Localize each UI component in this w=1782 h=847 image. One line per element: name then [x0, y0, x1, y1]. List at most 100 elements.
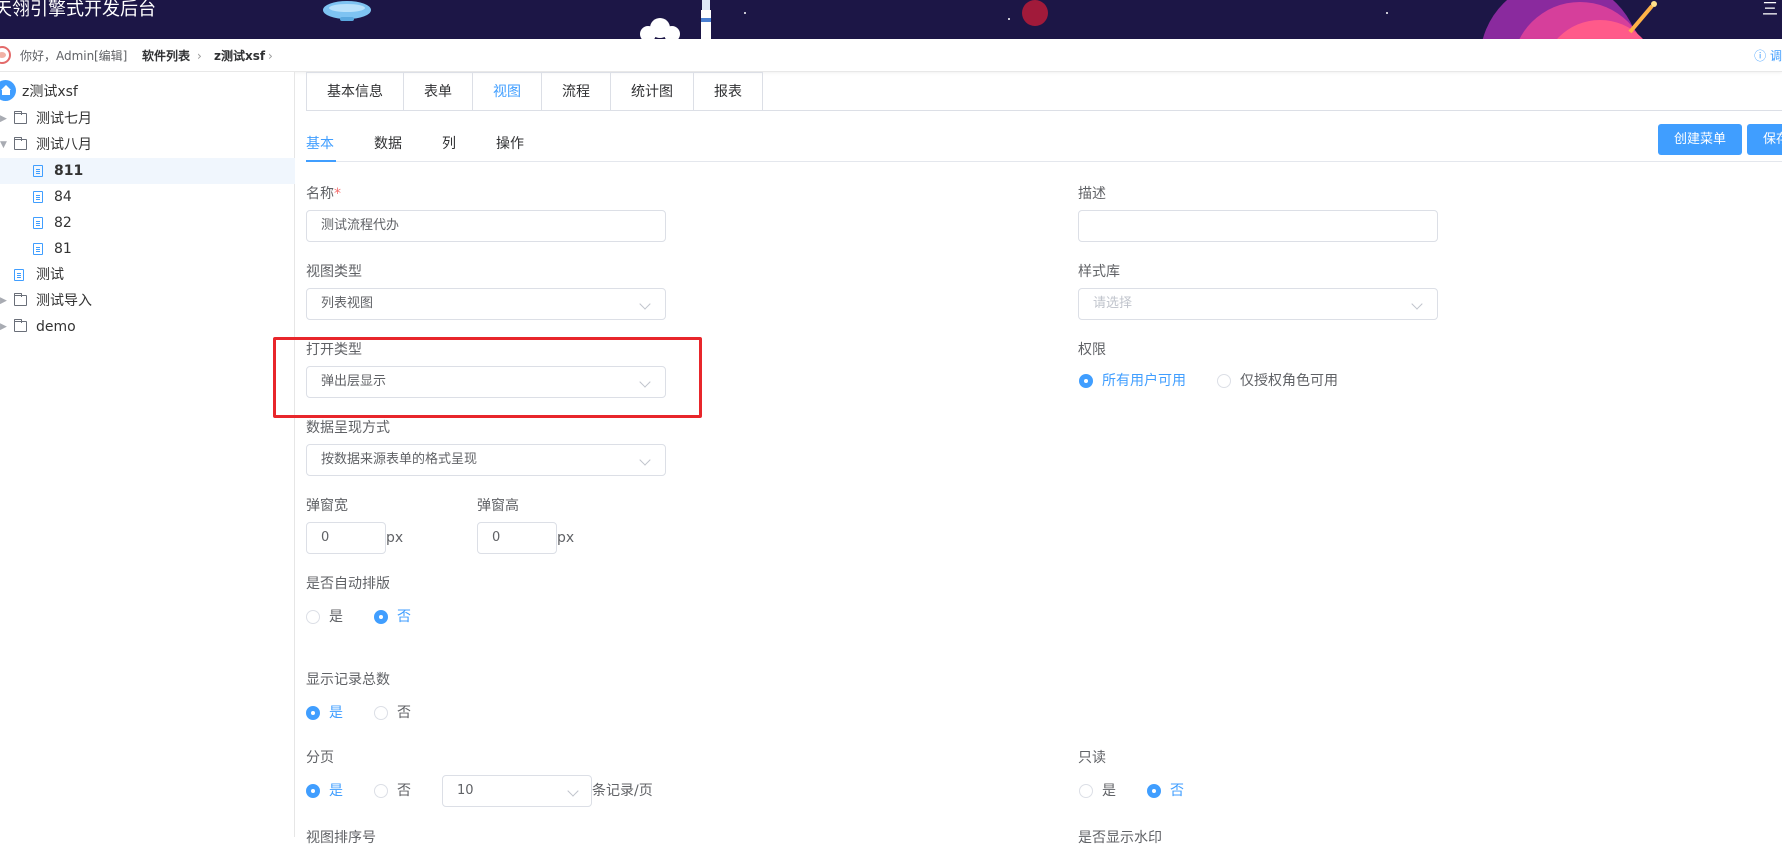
subtab-data[interactable]: 数据 [374, 130, 402, 168]
show-total-label: 显示记录总数 [306, 672, 390, 688]
show-total-no-label[interactable]: 否 [397, 704, 411, 722]
tree-item-folder[interactable]: ▶ 测试七月 [0, 106, 295, 132]
document-icon [33, 243, 43, 255]
auto-layout-yes-radio[interactable] [306, 610, 320, 624]
popup-width-input[interactable]: 0 [306, 522, 386, 554]
show-total-no-radio[interactable] [374, 706, 388, 720]
tree-item-label: 测试导入 [36, 293, 92, 309]
star-decoration [1008, 18, 1010, 20]
tree-item-label: 811 [54, 163, 84, 179]
view-sort-label: 视图排序号 [306, 830, 376, 846]
readonly-label: 只读 [1078, 750, 1106, 766]
permission-role-radio[interactable] [1217, 374, 1231, 388]
tab-report[interactable]: 报表 [694, 73, 762, 111]
permission-all-radio[interactable] [1079, 374, 1093, 388]
data-display-value: 按数据来源表单的格式呈现 [321, 452, 478, 467]
tree-item-doc[interactable]: 84 [0, 184, 295, 210]
subtab-active-indicator [306, 160, 336, 162]
style-lib-select[interactable]: 请选择 [1078, 288, 1438, 320]
paging-yes-radio[interactable] [306, 784, 320, 798]
caret-right-icon[interactable]: ▶ [0, 106, 7, 132]
tree-item-folder[interactable]: ▶ demo [0, 314, 295, 340]
paging-yes-label[interactable]: 是 [329, 782, 343, 800]
view-type-label: 视图类型 [306, 264, 362, 280]
tree-item-doc[interactable]: 测试 [0, 262, 295, 288]
breadcrumb-current: z测试xsf [214, 49, 266, 63]
caret-down-icon[interactable]: ▼ [0, 132, 7, 158]
popup-height-input[interactable]: 0 [477, 522, 557, 554]
paging-label: 分页 [306, 750, 334, 766]
paging-no-radio[interactable] [374, 784, 388, 798]
star-decoration [744, 12, 746, 14]
save-button[interactable]: 保存 [1747, 124, 1782, 155]
tabs-divider [306, 110, 1782, 111]
auto-layout-yes-label[interactable]: 是 [329, 608, 343, 626]
menu-icon[interactable]: 三 [1762, 0, 1778, 18]
paging-no-label[interactable]: 否 [397, 782, 411, 800]
cloud-illustration [636, 18, 684, 39]
folder-icon [14, 111, 27, 124]
tab-form[interactable]: 表单 [404, 73, 473, 111]
tree-item-folder[interactable]: ▼ 测试八月 [0, 132, 295, 158]
popup-height-label: 弹窗高 [477, 498, 519, 514]
star-decoration [1386, 12, 1388, 14]
folder-icon [14, 293, 27, 306]
edit-profile-link[interactable]: [编辑] [94, 48, 127, 64]
tab-basic-info[interactable]: 基本信息 [307, 73, 404, 111]
greeting-text: 你好，Admin [20, 49, 95, 63]
chevron-right-icon: › [197, 49, 202, 63]
auto-layout-no-label[interactable]: 否 [397, 608, 411, 626]
tree-item-label: 81 [54, 241, 72, 257]
view-type-select[interactable]: 列表视图 [306, 288, 666, 320]
permission-label: 权限 [1078, 342, 1106, 358]
readonly-yes-radio[interactable] [1079, 784, 1093, 798]
readonly-no-radio[interactable] [1147, 784, 1161, 798]
style-lib-label: 样式库 [1078, 264, 1120, 280]
tree-item-selected[interactable]: 811 [0, 158, 295, 184]
subtab-basic[interactable]: 基本 [306, 130, 334, 168]
name-label: 名称* [306, 186, 341, 202]
tree-item-doc[interactable]: 81 [0, 236, 295, 262]
permission-all-label[interactable]: 所有用户可用 [1102, 372, 1186, 390]
subtab-columns[interactable]: 列 [442, 130, 456, 168]
readonly-no-label[interactable]: 否 [1170, 782, 1184, 800]
avatar[interactable] [0, 46, 11, 64]
page-size-select[interactable]: 10 [442, 775, 592, 807]
tab-chart[interactable]: 统计图 [611, 73, 694, 111]
airship-illustration [318, 0, 376, 22]
tab-view[interactable]: 视图 [473, 73, 542, 111]
chevron-down-icon [1411, 298, 1423, 310]
highlight-annotation [273, 337, 702, 418]
chevron-down-icon [567, 785, 579, 797]
top-banner: 天翎引擎式开发后台 三 [0, 0, 1782, 39]
tree-item-label: 测试 [36, 267, 64, 283]
breadcrumb-bar: 你好，Admin [编辑] 软件列表 › z测试xsf › ⓘ 调 [0, 39, 1782, 72]
folder-icon [14, 319, 27, 332]
tree-item-folder[interactable]: ▶ 测试导入 [0, 288, 295, 314]
tree-root[interactable]: z测试xsf [0, 79, 295, 105]
caret-right-icon[interactable]: ▶ [0, 288, 7, 314]
data-display-select[interactable]: 按数据来源表单的格式呈现 [306, 444, 666, 476]
tree-item-label: 82 [54, 215, 72, 231]
breadcrumb-software-list[interactable]: 软件列表 [142, 48, 190, 64]
help-link[interactable]: ⓘ 调 [1754, 48, 1782, 64]
view-type-value: 列表视图 [321, 296, 374, 311]
show-total-yes-label[interactable]: 是 [329, 704, 343, 722]
tree-item-label: demo [36, 319, 76, 335]
permission-role-label[interactable]: 仅授权角色可用 [1240, 372, 1338, 390]
style-lib-placeholder: 请选择 [1093, 296, 1133, 311]
tree-item-label: 测试八月 [36, 137, 92, 153]
chevron-down-icon [639, 454, 651, 466]
caret-right-icon[interactable]: ▶ [0, 314, 7, 340]
readonly-yes-label[interactable]: 是 [1102, 782, 1116, 800]
show-total-yes-radio[interactable] [306, 706, 320, 720]
subtab-actions[interactable]: 操作 [496, 130, 524, 168]
name-input[interactable]: 测试流程代办 [306, 210, 666, 242]
app-title: 天翎引擎式开发后台 [0, 0, 156, 20]
tree-item-doc[interactable]: 82 [0, 210, 295, 236]
tab-flow[interactable]: 流程 [542, 73, 611, 111]
description-input[interactable] [1078, 210, 1438, 242]
create-menu-button[interactable]: 创建菜单 [1658, 124, 1743, 155]
document-icon [33, 165, 43, 177]
auto-layout-no-radio[interactable] [374, 610, 388, 624]
